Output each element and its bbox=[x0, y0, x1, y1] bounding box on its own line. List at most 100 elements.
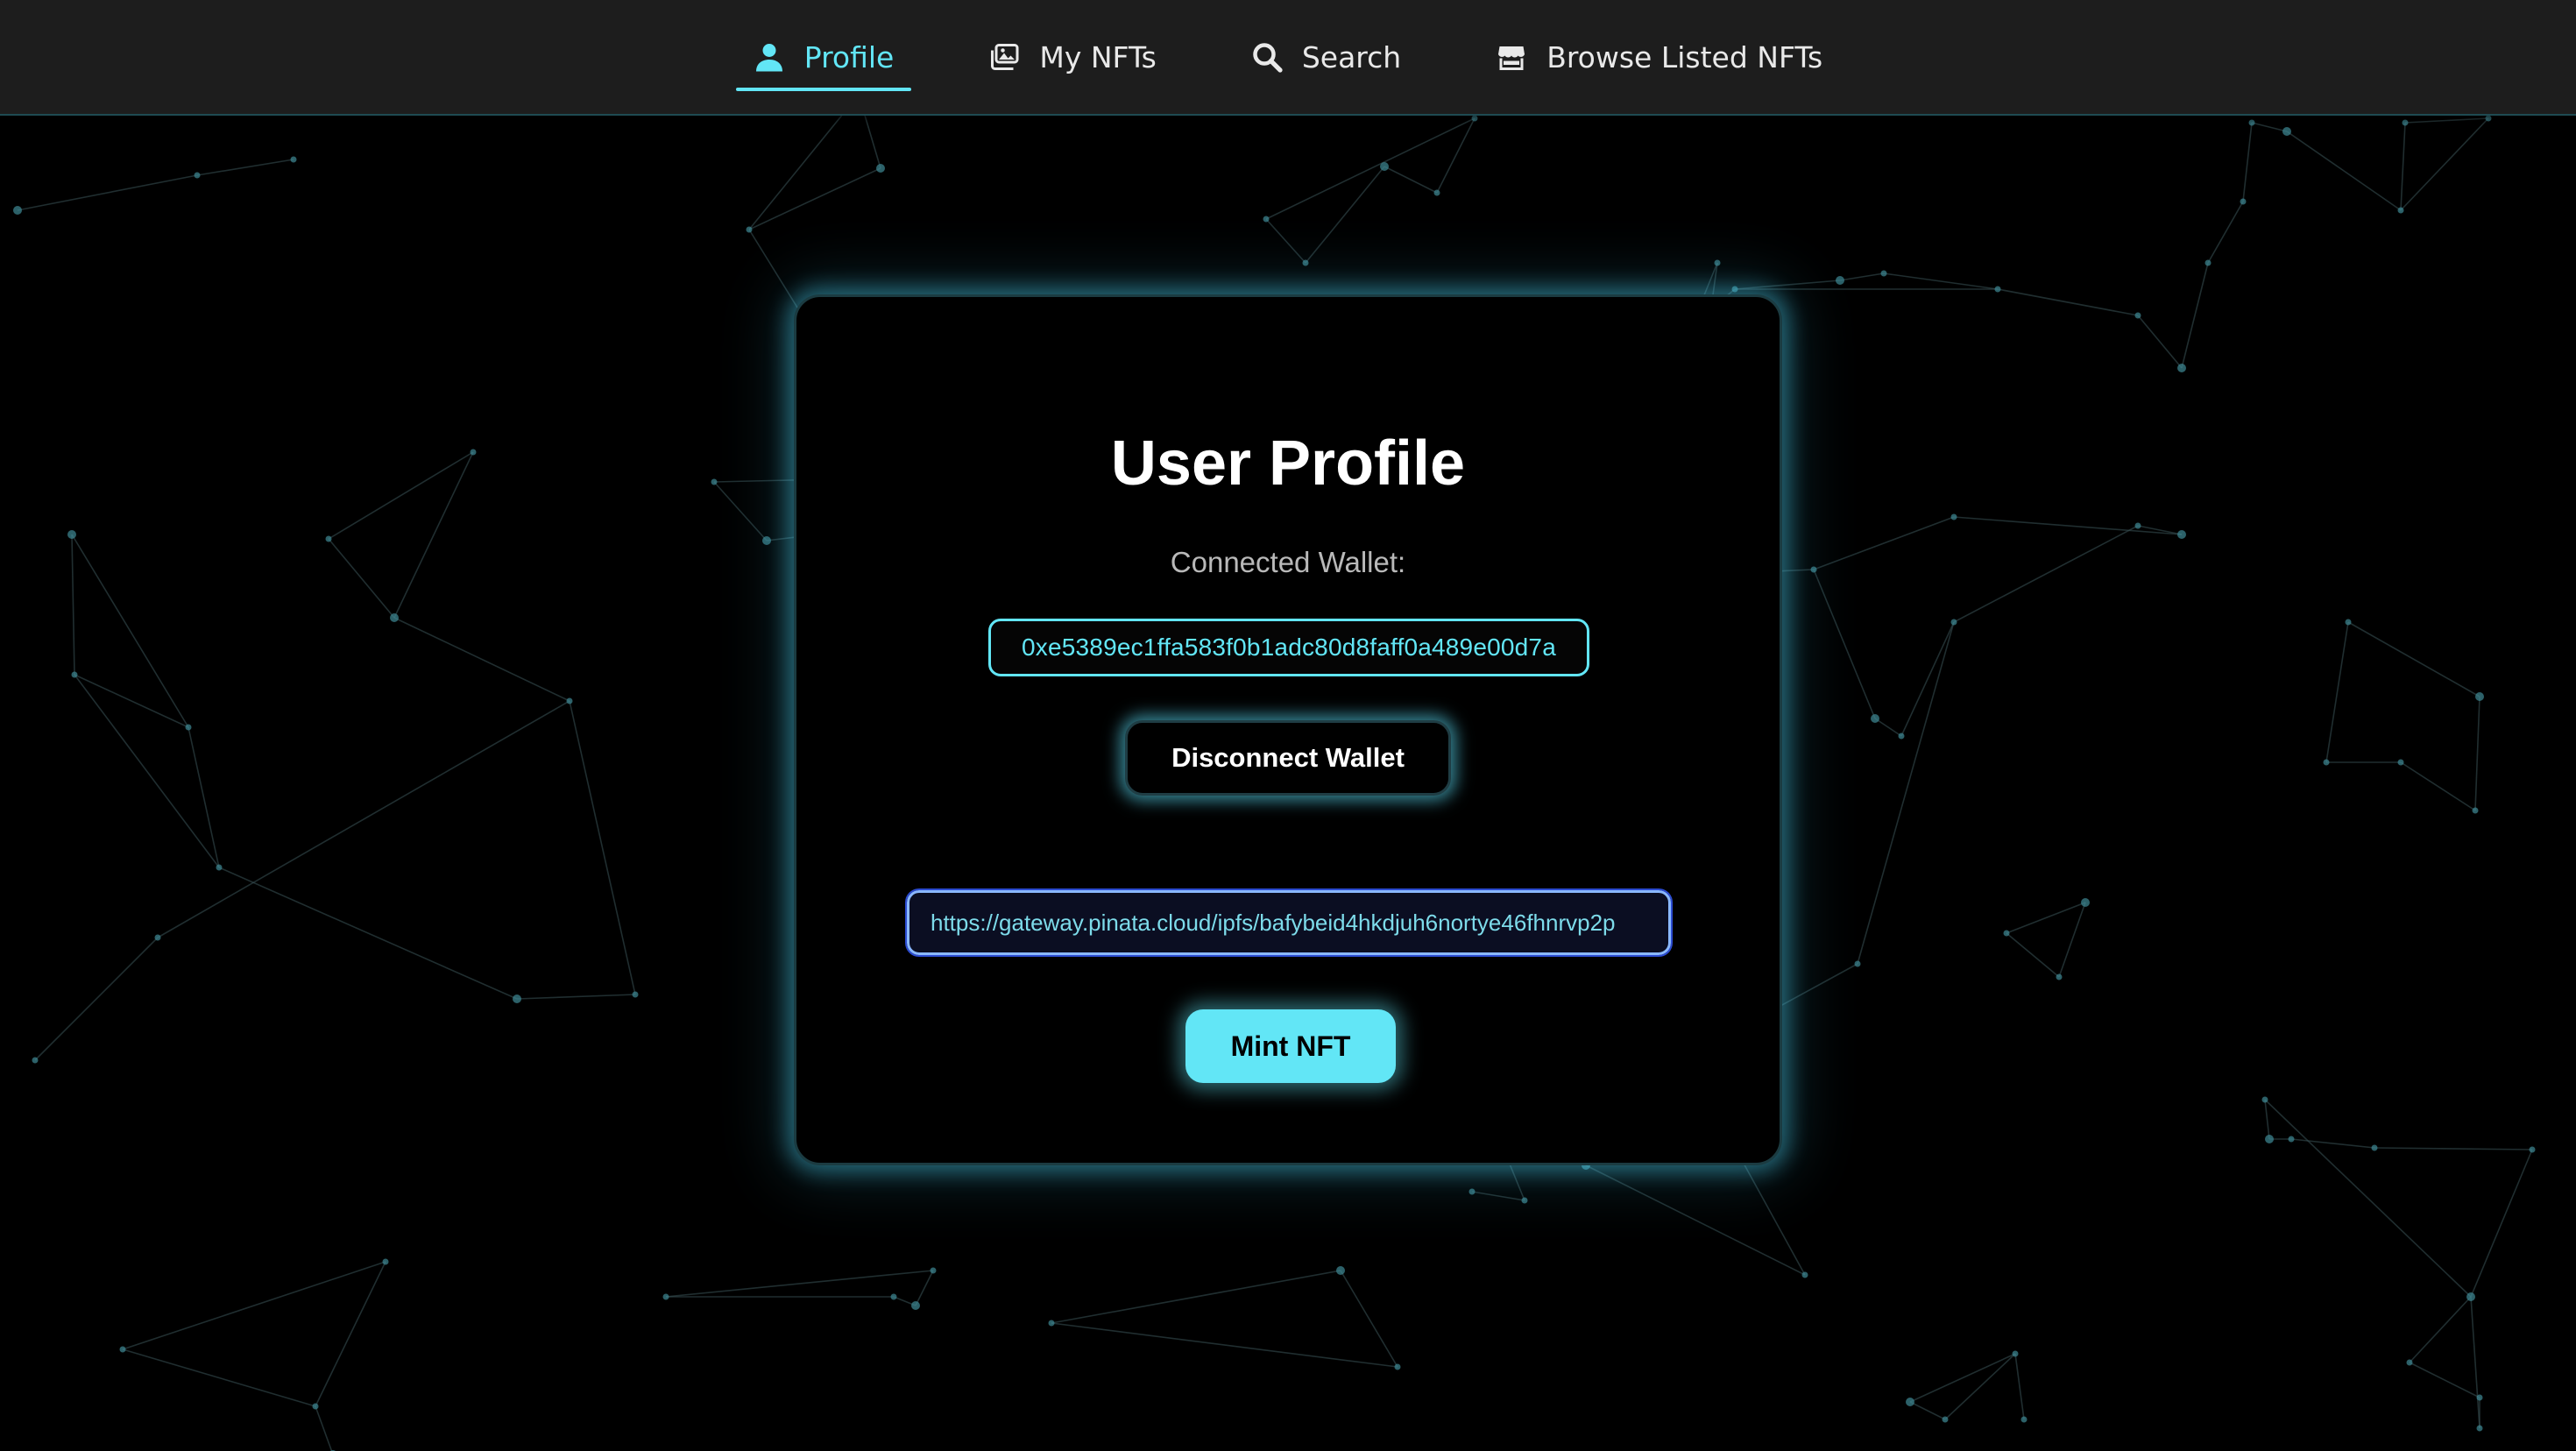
network-line bbox=[516, 994, 636, 1000]
network-line bbox=[1813, 569, 1876, 719]
network-node bbox=[2177, 530, 2186, 539]
network-line bbox=[713, 481, 768, 541]
network-line bbox=[2400, 122, 2406, 211]
network-node bbox=[2012, 1350, 2019, 1357]
network-node bbox=[2261, 1096, 2268, 1103]
network-line bbox=[2404, 117, 2489, 124]
network-node bbox=[662, 1293, 669, 1300]
network-line bbox=[1953, 516, 2183, 535]
network-line bbox=[2286, 131, 2402, 211]
network-line bbox=[2409, 1296, 2472, 1363]
network-node bbox=[2485, 115, 2492, 122]
app-page: Profile My NFTs Search Browse Listed NFT… bbox=[0, 0, 2576, 1451]
network-node bbox=[746, 226, 753, 233]
network-line bbox=[34, 937, 159, 1061]
network-node bbox=[1854, 960, 1861, 967]
network-line bbox=[2470, 1149, 2533, 1298]
nav-items: Profile My NFTs Search Browse Listed NFT… bbox=[706, 0, 1871, 114]
network-line bbox=[1051, 1322, 1398, 1368]
network-node bbox=[2134, 312, 2141, 319]
network-node bbox=[1950, 619, 1957, 626]
network-node bbox=[390, 613, 399, 622]
nav-item-label: Profile bbox=[803, 39, 895, 74]
network-node bbox=[325, 535, 332, 542]
network-line bbox=[393, 617, 570, 702]
network-line bbox=[1900, 621, 1955, 737]
network-line bbox=[328, 538, 395, 619]
network-node bbox=[154, 934, 161, 941]
disconnect-wallet-button[interactable]: Disconnect Wallet bbox=[1125, 720, 1451, 796]
network-line bbox=[569, 700, 636, 995]
network-node bbox=[566, 697, 573, 704]
network-line bbox=[1857, 621, 1955, 965]
network-node bbox=[1898, 733, 1905, 740]
nav-item-label: Browse Listed NFTs bbox=[1546, 39, 1823, 74]
network-node bbox=[911, 1301, 920, 1310]
network-line bbox=[2181, 262, 2209, 369]
network-line bbox=[2242, 122, 2253, 202]
network-node bbox=[2529, 1146, 2536, 1153]
network-node bbox=[312, 1403, 319, 1410]
network-node bbox=[2020, 1416, 2028, 1423]
network-line bbox=[1585, 1164, 1806, 1276]
top-navigation: Profile My NFTs Search Browse Listed NFT… bbox=[0, 0, 2576, 116]
nav-item-label: Search bbox=[1301, 39, 1402, 74]
network-node bbox=[1731, 286, 1738, 293]
network-line bbox=[157, 700, 570, 938]
network-node bbox=[890, 1293, 897, 1300]
network-node bbox=[2476, 1394, 2483, 1401]
network-node bbox=[2240, 198, 2247, 205]
network-line bbox=[74, 674, 189, 728]
wallet-address: 0xe5389ec1ffa583f0b1adc80d8faff0a489e00d… bbox=[988, 619, 1589, 676]
mint-nft-button[interactable]: Mint NFT bbox=[1185, 1009, 1396, 1083]
network-node bbox=[1394, 1363, 1401, 1370]
network-node bbox=[2265, 1135, 2274, 1143]
network-node bbox=[119, 1346, 126, 1353]
network-line bbox=[1813, 516, 1955, 570]
network-node bbox=[13, 206, 22, 215]
network-line bbox=[2290, 1138, 2375, 1149]
network-node bbox=[2476, 1425, 2483, 1432]
token-uri-input[interactable]: https://gateway.pinata.cloud/ipfs/bafybe… bbox=[905, 888, 1673, 957]
network-node bbox=[1521, 1197, 1528, 1204]
network-line bbox=[1874, 718, 1902, 737]
network-node bbox=[1336, 1266, 1345, 1275]
network-node bbox=[1380, 162, 1389, 171]
network-line bbox=[2006, 932, 2060, 978]
nav-item-search[interactable]: Search bbox=[1234, 28, 1419, 86]
network-line bbox=[315, 1405, 333, 1451]
network-line bbox=[2374, 1147, 2533, 1150]
network-node bbox=[32, 1057, 39, 1064]
network-node bbox=[2475, 692, 2484, 701]
network-line bbox=[1051, 1270, 1341, 1324]
network-node bbox=[1433, 189, 1440, 196]
nav-item-my-nfts[interactable]: My NFTs bbox=[971, 28, 1173, 86]
network-line bbox=[71, 534, 75, 676]
network-node bbox=[2397, 759, 2404, 766]
nav-item-profile[interactable]: Profile bbox=[735, 28, 912, 91]
network-node bbox=[1468, 1188, 1476, 1195]
network-node bbox=[1880, 270, 1887, 277]
network-node bbox=[1471, 115, 1478, 122]
nav-item-browse-listed[interactable]: Browse Listed NFTs bbox=[1478, 28, 1840, 86]
network-node bbox=[2397, 207, 2404, 214]
network-line bbox=[2400, 761, 2476, 811]
network-node bbox=[1836, 276, 1844, 285]
network-line bbox=[2264, 1099, 2472, 1298]
network-node bbox=[2248, 119, 2255, 126]
page-title: User Profile bbox=[1110, 428, 1466, 499]
network-node bbox=[711, 478, 718, 485]
network-node bbox=[930, 1267, 937, 1274]
user-icon bbox=[754, 41, 785, 73]
network-line bbox=[71, 534, 189, 728]
network-node bbox=[2371, 1144, 2378, 1151]
network-node bbox=[1810, 566, 1817, 573]
network-node bbox=[1871, 714, 1879, 723]
network-line bbox=[2264, 1099, 2270, 1140]
network-line bbox=[915, 1270, 934, 1306]
network-node bbox=[2466, 1292, 2475, 1301]
network-node bbox=[1302, 259, 1309, 266]
network-line bbox=[2207, 201, 2244, 264]
network-node bbox=[382, 1258, 389, 1265]
images-icon bbox=[988, 41, 1020, 73]
